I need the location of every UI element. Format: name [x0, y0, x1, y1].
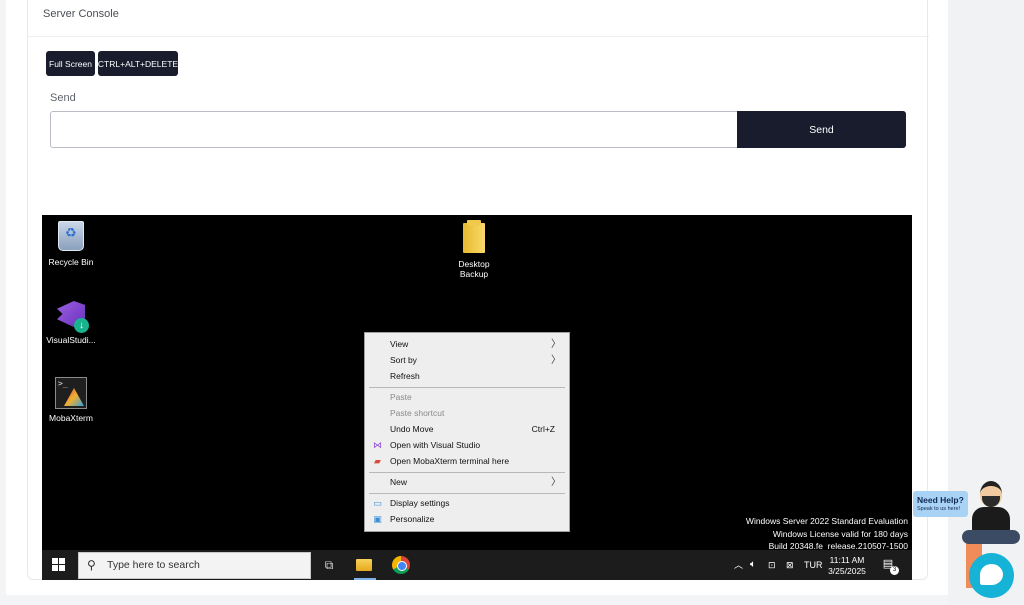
desktop-icon-label: VisualStudi...: [46, 335, 96, 345]
menu-label: Refresh: [390, 371, 420, 381]
desktop-icon-mobaxterm[interactable]: MobaXterm: [42, 377, 106, 423]
chevron-right-icon: 〉: [551, 477, 561, 488]
menu-label: Undo Move: [390, 424, 434, 434]
security-icon[interactable]: ⊠: [786, 550, 794, 580]
watermark-line: Windows License valid for 180 days: [772, 528, 908, 539]
watermark-line: Windows Server 2022 Standard Evaluation: [745, 516, 908, 526]
desktop-icon-label: Backup: [459, 269, 489, 279]
context-menu-refresh[interactable]: Refresh: [365, 369, 569, 384]
menu-divider: [369, 472, 565, 473]
desktop-icon-label: Recycle Bin: [48, 257, 94, 267]
menu-label: Paste: [390, 392, 412, 402]
folder-icon: [463, 220, 485, 253]
context-menu-sort-by[interactable]: Sort by 〉: [365, 353, 569, 368]
context-menu-display-settings[interactable]: ▭ Display settings: [365, 496, 569, 511]
menu-divider: [369, 387, 565, 388]
menu-shortcut: Ctrl+Z: [531, 424, 555, 434]
windows-start-icon[interactable]: [52, 558, 65, 571]
chat-bubble-icon: [980, 564, 1003, 585]
desktop-icon-visual-studio[interactable]: ↓ VisualStudi...: [42, 299, 106, 345]
menu-label: Personalize: [390, 514, 435, 524]
desktop-icon-label: Desktop: [458, 259, 490, 269]
visual-studio-installer-icon: ↓: [55, 299, 89, 333]
chevron-right-icon: 〉: [551, 355, 561, 366]
help-title: Need Help?: [917, 495, 964, 505]
clock-date: 3/25/2025: [828, 566, 866, 576]
page-title: Server Console: [43, 8, 119, 20]
recycle-bin-icon: [58, 221, 84, 251]
chevron-right-icon: 〉: [551, 339, 561, 350]
file-explorer-icon[interactable]: [354, 556, 376, 580]
menu-divider: [369, 493, 565, 494]
context-menu-open-visual-studio[interactable]: ⋈ Open with Visual Studio: [365, 438, 569, 453]
context-menu-open-mobaxterm[interactable]: ▰ Open MobaXterm terminal here: [365, 454, 569, 469]
language-indicator[interactable]: TUR: [804, 550, 823, 580]
taskbar-search-box[interactable]: ⚲ Type here to search: [78, 552, 311, 579]
personalize-icon: ▣: [373, 514, 382, 524]
menu-label: Sort by: [390, 355, 417, 365]
menu-label: Paste shortcut: [390, 408, 445, 418]
clock-time: 11:11 AM: [829, 555, 865, 565]
mobaxterm-icon: [55, 377, 87, 409]
context-menu-undo-move[interactable]: Undo Move Ctrl+Z: [365, 422, 569, 437]
card-header: Server Console: [28, 0, 929, 37]
visual-studio-icon: ⋈: [373, 440, 382, 450]
vm-console-screen[interactable]: Recycle Bin Desktop Backup ↓ VisualStudi…: [42, 215, 912, 580]
context-menu-paste-shortcut[interactable]: Paste shortcut: [365, 406, 569, 421]
windows-taskbar: ⚲ Type here to search ⧉ ︿ 🔈︎ ⊡ ⊠ TUR 11:…: [42, 550, 912, 580]
chrome-icon[interactable]: [392, 556, 410, 574]
task-view-icon[interactable]: ⧉: [320, 556, 338, 574]
send-button[interactable]: Send: [737, 111, 906, 148]
mobaxterm-icon: ▰: [374, 456, 381, 466]
ctrl-alt-delete-button[interactable]: CTRL+ALT+DELETE: [98, 51, 178, 76]
menu-label: Open MobaXterm terminal here: [390, 456, 510, 466]
context-menu-paste[interactable]: Paste: [365, 390, 569, 405]
help-subtitle: Speak to us here!: [917, 506, 961, 512]
desktop-icon-desktop-backup[interactable]: Desktop Backup: [439, 220, 509, 279]
network-icon[interactable]: ⊡: [768, 550, 776, 580]
full-screen-button[interactable]: Full Screen: [46, 51, 95, 76]
notification-count: 3: [890, 566, 899, 575]
chevron-up-icon[interactable]: ︿: [734, 550, 743, 580]
context-menu-personalize[interactable]: ▣ Personalize: [365, 512, 569, 527]
desktop-context-menu: View 〉 Sort by 〉 Refresh Paste Paste short…: [364, 332, 570, 532]
menu-label: Open with Visual Studio: [390, 440, 481, 450]
search-placeholder: Type here to search: [107, 559, 200, 571]
notification-icon[interactable]: ▤ 3: [881, 557, 899, 575]
context-menu-view[interactable]: View 〉: [365, 337, 569, 352]
menu-label: New: [390, 477, 408, 487]
windows-watermark: Windows Server 2022 Standard Evaluation …: [746, 515, 908, 553]
taskbar-clock[interactable]: 11:11 AM 3/25/2025: [822, 555, 872, 577]
context-menu-new[interactable]: New 〉: [365, 475, 569, 490]
speaker-muted-icon[interactable]: 🔈︎: [750, 550, 756, 580]
menu-label: Display settings: [390, 498, 450, 508]
chat-launcher-button[interactable]: [969, 553, 1014, 598]
menu-label: View: [390, 339, 409, 349]
send-input[interactable]: [50, 111, 738, 148]
display-icon: ▭: [373, 498, 382, 508]
search-icon: ⚲: [87, 558, 96, 572]
desktop-icon-label: MobaXterm: [49, 413, 93, 423]
send-label: Send: [50, 92, 76, 104]
desktop-icon-recycle-bin[interactable]: Recycle Bin: [42, 221, 106, 267]
